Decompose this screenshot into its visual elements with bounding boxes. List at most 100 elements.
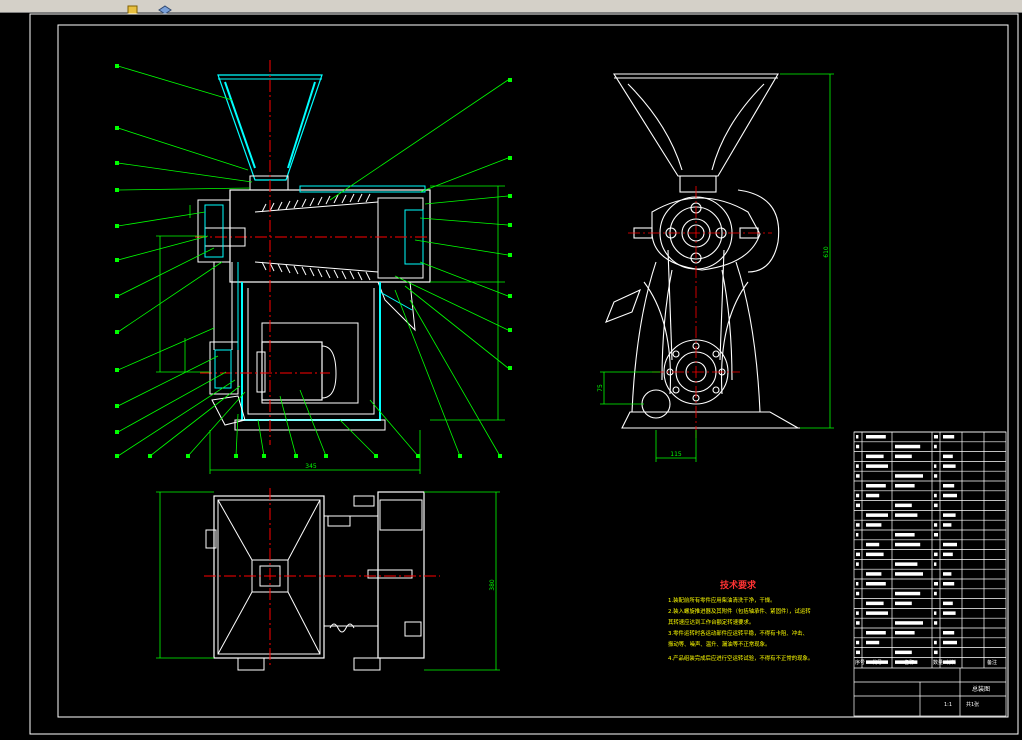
parts-cell-text: [866, 484, 886, 488]
parts-cell-text: [895, 513, 918, 517]
parts-cell-text: [866, 454, 884, 459]
parts-cell-text: [895, 601, 912, 606]
parts-cell-text: [895, 562, 918, 566]
parts-cell-text: [943, 454, 953, 459]
parts-cell-text: [943, 493, 957, 498]
parts-cell-text: [866, 435, 886, 439]
title-block-sheet: 共1张: [966, 701, 979, 708]
parts-cell-text: [943, 513, 956, 517]
parts-cell-text: [856, 503, 860, 508]
parts-cell-text: [856, 474, 860, 478]
tech-note-line: 振动等、噪声、温升、漏油等不正常现象。: [668, 640, 770, 648]
parts-cell-text: [856, 444, 860, 449]
parts-cell-text: [943, 552, 953, 557]
title-block-scale: 1:1: [944, 702, 952, 708]
front-dimensions: [156, 185, 505, 474]
top-height-dimension: 380: [489, 579, 496, 591]
parts-cell-text: [934, 621, 938, 625]
parts-header-remark: 备注: [987, 659, 997, 666]
parts-cell-text: [934, 582, 938, 586]
parts-cell-text: [934, 474, 938, 478]
tech-note-line: 3.零件运转时各运动部件应运转平稳，不得有卡阻、冲击、: [668, 629, 808, 637]
parts-cell-text: [895, 503, 912, 508]
parts-cell-text: [943, 572, 952, 576]
parts-cell-text: [943, 542, 957, 547]
parts-cell-text: [856, 533, 859, 537]
parts-cell-text: [895, 444, 921, 449]
parts-cell-text: [866, 601, 884, 606]
parts-cell-text: [866, 631, 886, 635]
side-height-dimension: 610: [823, 246, 830, 258]
parts-cell-text: [866, 582, 886, 586]
parts-header-code: 代号: [872, 659, 882, 666]
parts-cell-text: [934, 464, 937, 468]
parts-cell-text: [856, 650, 860, 655]
parts-cell-text: [934, 503, 938, 508]
parts-cell-text: [866, 572, 882, 576]
cad-drawing-canvas[interactable]: 345 380 610 115 75 技术要求 1.装配前所有零件应用柴油清洗干…: [0, 12, 1022, 736]
parts-cell-text: [943, 611, 956, 615]
parts-cell-text: [866, 464, 888, 468]
front-section-view: [195, 60, 431, 445]
layer-icon[interactable]: [158, 0, 172, 15]
parts-cell-text: [856, 582, 859, 586]
parts-header-material: 材料: [946, 659, 956, 666]
top-view: [204, 488, 440, 671]
parts-cell-text: [895, 621, 923, 625]
parts-header-name: 名称: [904, 659, 914, 666]
parts-cell-text: [943, 523, 952, 527]
title-block-drawing-name: 总装图: [972, 685, 990, 693]
tool-icon[interactable]: [126, 0, 140, 15]
parts-cell-text: [895, 454, 912, 459]
parts-cell-text: [943, 464, 956, 468]
parts-cell-text: [895, 474, 923, 478]
parts-cell-text: [943, 640, 957, 645]
tech-note-line: 4.产品组装完成后应进行空运转试验，不得有不正常的现象。: [668, 654, 813, 662]
parts-cell-text: [866, 523, 882, 527]
parts-cell-text: [856, 640, 860, 645]
parts-cell-text: [934, 523, 938, 527]
parts-cell-text: [943, 631, 955, 635]
parts-cell-text: [866, 513, 888, 517]
parts-cell-text: [895, 591, 921, 596]
tech-notes: 1.装配前所有零件应用柴油清洗干净，干燥。 2.装入螺旋推进器及其附件（包括轴承…: [668, 596, 813, 662]
parts-cell-text: [866, 552, 884, 557]
parts-cell-text: [866, 611, 888, 615]
parts-list-header: 序号 代号 名称 数量 材料 备注: [855, 659, 997, 666]
parts-cell-text: [934, 591, 937, 596]
parts-cell-text: [856, 552, 860, 557]
parts-cell-text: [895, 542, 921, 547]
parts-cell-text: [856, 562, 859, 566]
tech-notes-title: 技术要求: [720, 579, 757, 591]
tech-note-line: 其转速应达到工作台额定转速要求。: [668, 618, 754, 626]
leader-lines-front: [117, 65, 509, 457]
parts-cell-text: [934, 444, 937, 449]
parts-cell-text: [934, 533, 938, 537]
parts-cell-text: [895, 533, 915, 537]
parts-cell-text: [856, 621, 860, 625]
parts-cell-text: [934, 611, 937, 615]
parts-cell-text: [943, 435, 955, 439]
drawing-frame: [57, 24, 1009, 718]
parts-cell-text: [895, 572, 923, 576]
side-centre-lines: [628, 186, 772, 440]
parts-cell-text: [934, 650, 938, 655]
side-dimensions: [600, 73, 834, 462]
side-small-dimension: 75: [597, 384, 604, 392]
parts-cell-text: [866, 640, 880, 645]
tech-note-line: 2.装入螺旋推进器及其附件（包括轴承件、紧固件），试运转: [668, 607, 811, 615]
parts-cell-text: [856, 523, 860, 527]
parts-cell-text: [895, 484, 915, 488]
parts-cell-text: [943, 582, 955, 586]
parts-cell-text: [895, 631, 915, 635]
parts-header-qty: 数量: [933, 659, 943, 666]
parts-cell-text: [943, 484, 955, 488]
parts-cell-text: [934, 552, 938, 557]
parts-cell-text: [866, 542, 880, 547]
tech-note-line: 1.装配前所有零件应用柴油清洗干净，干燥。: [668, 596, 776, 604]
parts-cell-text: [934, 435, 938, 439]
parts-cell-text: [856, 493, 860, 498]
front-width-dimension: 345: [305, 463, 317, 470]
parts-cell-text: [866, 493, 880, 498]
parts-cell-text: [895, 650, 912, 655]
